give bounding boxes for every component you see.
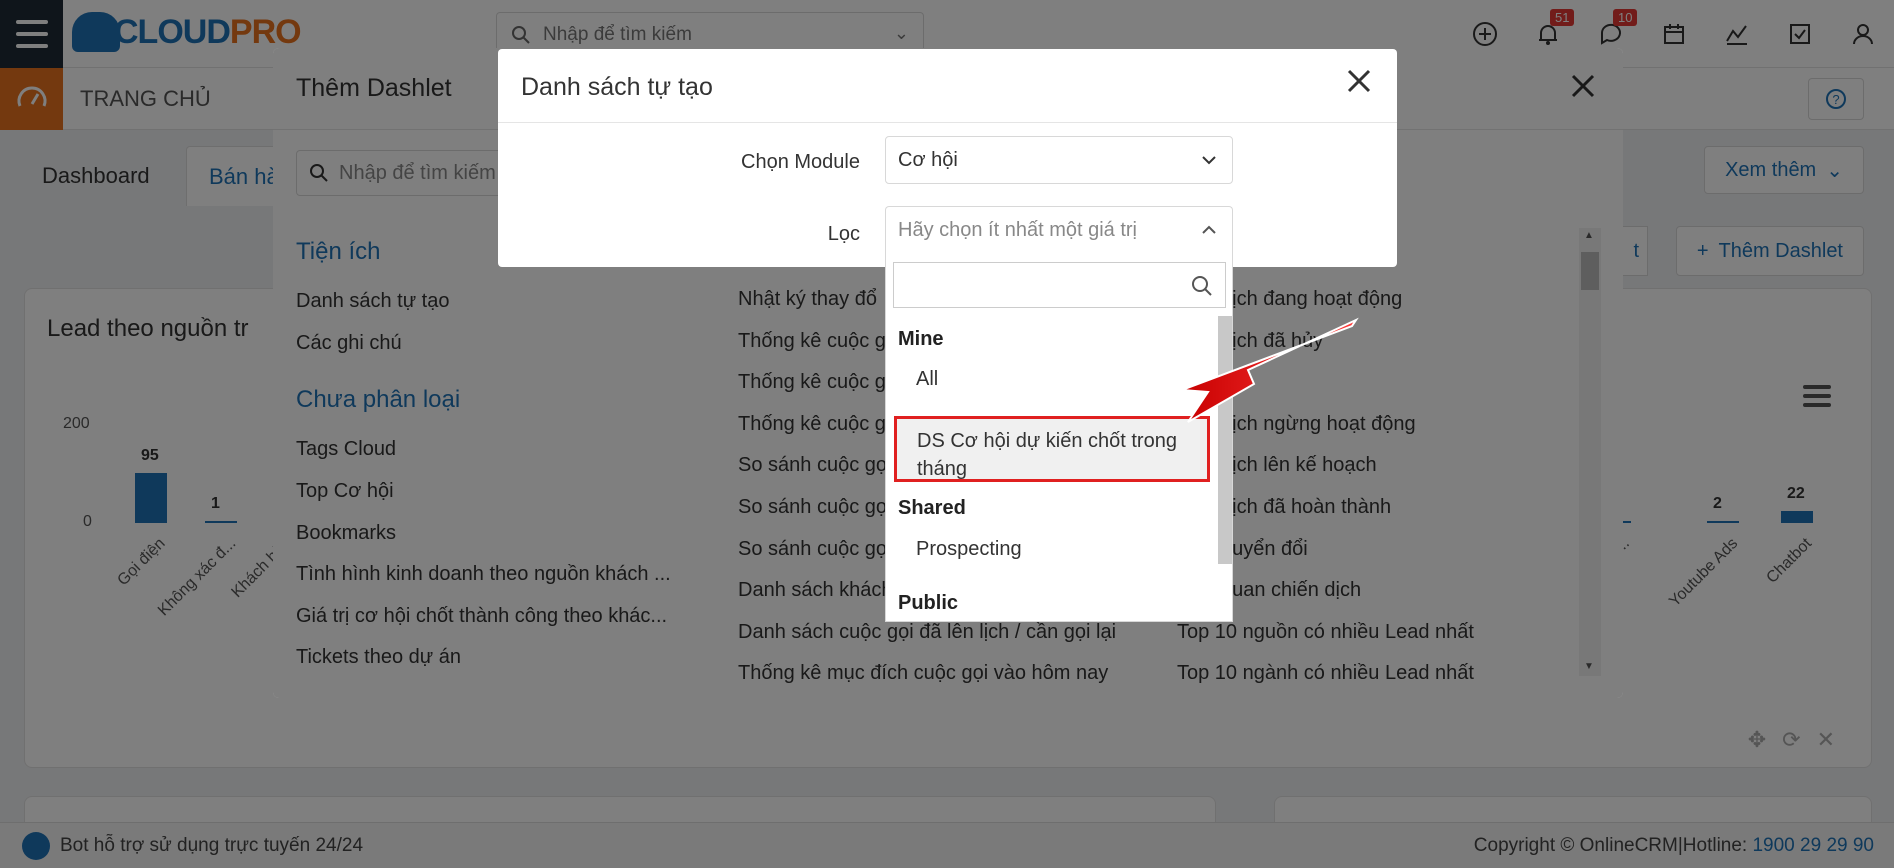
option-ds-co-hoi-highlighted[interactable]: DS Cơ hội dự kiến chốt trong tháng xyxy=(894,416,1210,482)
option-group-mine: Mine xyxy=(898,328,944,350)
option-all[interactable]: All xyxy=(916,368,938,391)
option-group-shared: Shared xyxy=(898,497,966,519)
filter-search-input[interactable] xyxy=(893,262,1226,308)
filter-dropdown: Mine All DS Cơ hội dự kiến chốt trong th… xyxy=(885,254,1233,622)
module-label: Chọn Module xyxy=(741,151,860,173)
option-group-public: Public xyxy=(898,592,959,614)
modal-title: Danh sách tự tạo xyxy=(521,73,713,101)
module-select[interactable]: Cơ hội xyxy=(885,136,1233,184)
option-prospecting[interactable]: Prospecting xyxy=(916,538,1022,561)
filter-select[interactable]: Hãy chọn ít nhất một giá trị xyxy=(885,206,1233,254)
dropdown-scrollbar[interactable] xyxy=(1218,316,1232,564)
search-icon xyxy=(1192,276,1212,296)
filter-label: Lọc xyxy=(827,223,860,245)
close-icon[interactable] xyxy=(1343,65,1375,97)
chevron-down-icon xyxy=(1202,156,1216,165)
chevron-up-icon xyxy=(1202,225,1216,234)
